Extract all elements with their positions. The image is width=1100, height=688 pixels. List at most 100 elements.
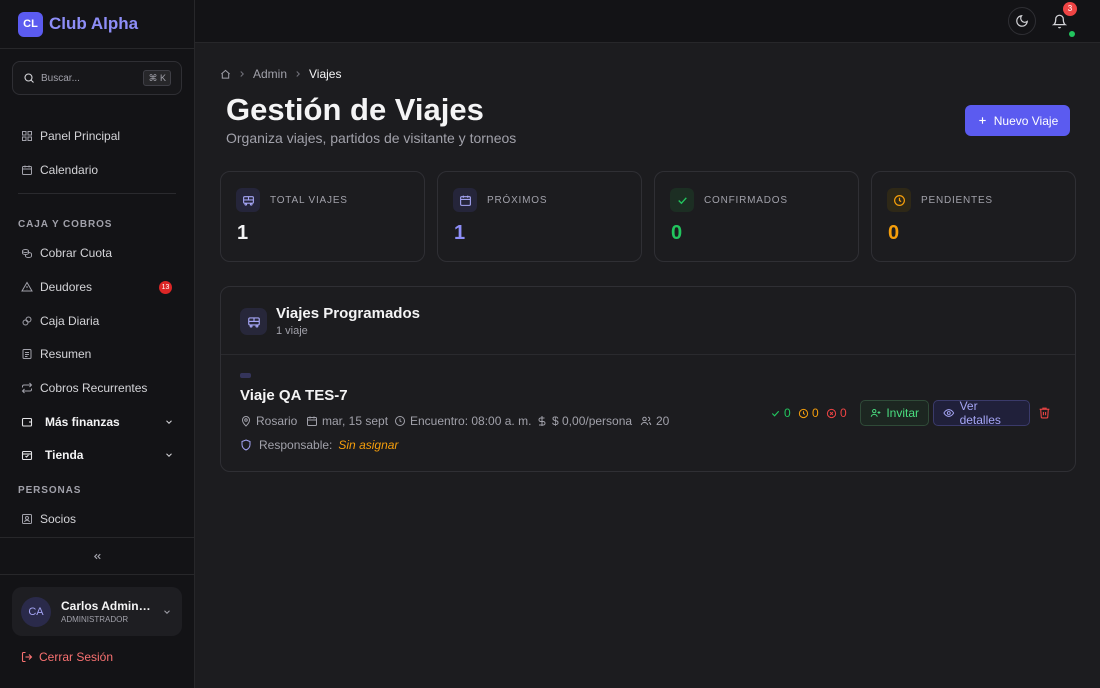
plus-icon: [979, 117, 986, 124]
sidebar-item-recurring[interactable]: Cobros Recurrentes: [12, 374, 182, 402]
grid-icon: [22, 131, 32, 141]
logout-label: Cerrar Sesión: [39, 650, 114, 664]
search-shortcut: ⌘ K: [143, 70, 171, 86]
trip-price-text: $ 0,00/persona: [552, 414, 633, 428]
trip-location: Rosario: [240, 414, 297, 428]
section-label-people: PERSONAS: [18, 485, 82, 496]
sidebar-group-more-finance[interactable]: Más finanzas: [12, 408, 182, 436]
calendar-icon: [307, 416, 317, 426]
divider: [221, 354, 1075, 355]
chevron-down-icon: [164, 610, 170, 614]
search-box[interactable]: ⌘ K: [12, 61, 182, 95]
pending-counter: 0: [798, 406, 819, 420]
online-status-dot: [1069, 31, 1075, 37]
invite-button[interactable]: Invitar: [860, 400, 929, 426]
brand[interactable]: CL Club Alpha: [0, 0, 194, 49]
invite-label: Invitar: [886, 406, 919, 420]
clock-icon: [395, 416, 405, 426]
avatar: CA: [21, 596, 51, 627]
trip-date: mar, 15 sept: [306, 414, 388, 428]
sidebar: CL Club Alpha ⌘ K Panel Principal Calend…: [0, 0, 195, 688]
new-trip-button[interactable]: Nuevo Viaje: [965, 105, 1070, 136]
trip-name[interactable]: Viaje QA TES-7: [240, 387, 348, 404]
sidebar-item-label: Resumen: [40, 347, 92, 361]
trip-responsible: Responsable: Sin asignar: [240, 438, 398, 452]
sidebar-item-debtors[interactable]: Deudores 13: [12, 273, 182, 301]
trip-status-tag: [240, 373, 251, 378]
check-icon: [670, 188, 694, 212]
sidebar-item-members[interactable]: Socios: [12, 505, 182, 533]
stat-label: TOTAL VIAJES: [270, 195, 348, 206]
trip-meeting: Encuentro: 08:00 a. m.: [394, 414, 531, 428]
dollar-icon: [538, 416, 546, 426]
stat-label: CONFIRMADOS: [704, 195, 788, 206]
stat-label: PENDIENTES: [921, 195, 993, 206]
sidebar-item-label: Tienda: [45, 448, 84, 462]
confirmed-count: 0: [784, 406, 791, 420]
theme-toggle-button[interactable]: [1008, 7, 1036, 35]
x-circle-icon: [826, 408, 837, 418]
coins-icon: [22, 249, 32, 259]
sidebar-item-summary[interactable]: Resumen: [12, 340, 182, 368]
home-icon[interactable]: [220, 69, 231, 80]
bus-icon: [236, 188, 260, 212]
trash-icon[interactable]: [1038, 406, 1051, 419]
sidebar-item-label: Socios: [40, 512, 77, 526]
sidebar-item-label: Más finanzas: [45, 415, 120, 429]
sidebar-item-calendar[interactable]: Calendario: [12, 156, 182, 184]
sidebar-item-panel[interactable]: Panel Principal: [12, 122, 182, 150]
chevrons-left-icon: [93, 553, 101, 559]
id-card-icon: [22, 514, 32, 524]
bell-icon: [1051, 14, 1067, 28]
moon-icon: [1016, 15, 1028, 27]
logout-button[interactable]: Cerrar Sesión: [21, 650, 113, 664]
check-icon: [771, 410, 780, 417]
new-trip-label: Nuevo Viaje: [993, 113, 1059, 128]
chevron-down-icon: [166, 453, 172, 457]
warning-icon: [21, 281, 33, 292]
trip-capacity-text: 20: [656, 414, 670, 428]
trip-price: $ 0,00/persona: [536, 414, 632, 428]
chevron-down-icon: [166, 420, 172, 424]
stat-card-pending: PENDIENTES 0: [871, 171, 1076, 262]
sidebar-item-collect-fee[interactable]: Cobrar Cuota: [12, 239, 182, 267]
search-input[interactable]: [41, 72, 141, 84]
user-menu[interactable]: CA Carlos Administrador ADMINISTRADOR: [12, 587, 182, 636]
sidebar-item-label: Panel Principal: [40, 129, 121, 143]
calendar-icon: [453, 188, 477, 212]
sidebar-collapse-button[interactable]: [0, 537, 194, 575]
user-role: ADMINISTRADOR: [61, 615, 129, 624]
sidebar-group-shop[interactable]: Tienda: [12, 441, 182, 469]
sidebar-item-label: Cobros Recurrentes: [40, 381, 148, 395]
pending-count: 0: [812, 406, 819, 420]
view-details-button[interactable]: Ver detalles: [933, 399, 1030, 427]
stat-value: 1: [454, 222, 466, 244]
chevron-right-icon: [296, 71, 301, 77]
users-icon: [640, 416, 652, 426]
trip-meeting-text: Encuentro: 08:00 a. m.: [410, 414, 532, 428]
brand-name: Club Alpha: [49, 14, 139, 33]
cash-icon: [22, 316, 32, 326]
stat-card-total: TOTAL VIAJES 1: [220, 171, 425, 262]
section-label-finance: CAJA Y COBROS: [18, 219, 113, 230]
repeat-icon: [21, 382, 33, 394]
trip-capacity: 20: [640, 414, 669, 428]
sidebar-divider: [18, 193, 176, 194]
breadcrumb-admin[interactable]: Admin: [253, 67, 287, 81]
trips-count: 1 viaje: [276, 325, 308, 337]
bus-icon: [240, 308, 267, 335]
notification-count-badge: 3: [1063, 2, 1077, 16]
responsible-value: Sin asignar: [338, 438, 399, 452]
stat-value: 0: [888, 222, 900, 244]
trip-date-text: mar, 15 sept: [322, 414, 389, 428]
confirmed-counter: 0: [770, 406, 791, 420]
trip-location-text: Rosario: [256, 414, 298, 428]
trips-section-title: Viajes Programados: [276, 305, 420, 322]
shield-icon: [241, 439, 251, 451]
breadcrumb-current: Viajes: [309, 67, 342, 81]
breadcrumb: Admin Viajes: [220, 67, 341, 81]
sidebar-item-daily-cash[interactable]: Caja Diaria: [12, 307, 182, 335]
search-icon: [24, 73, 34, 83]
user-plus-icon: [870, 408, 881, 417]
calendar-icon: [22, 165, 32, 175]
